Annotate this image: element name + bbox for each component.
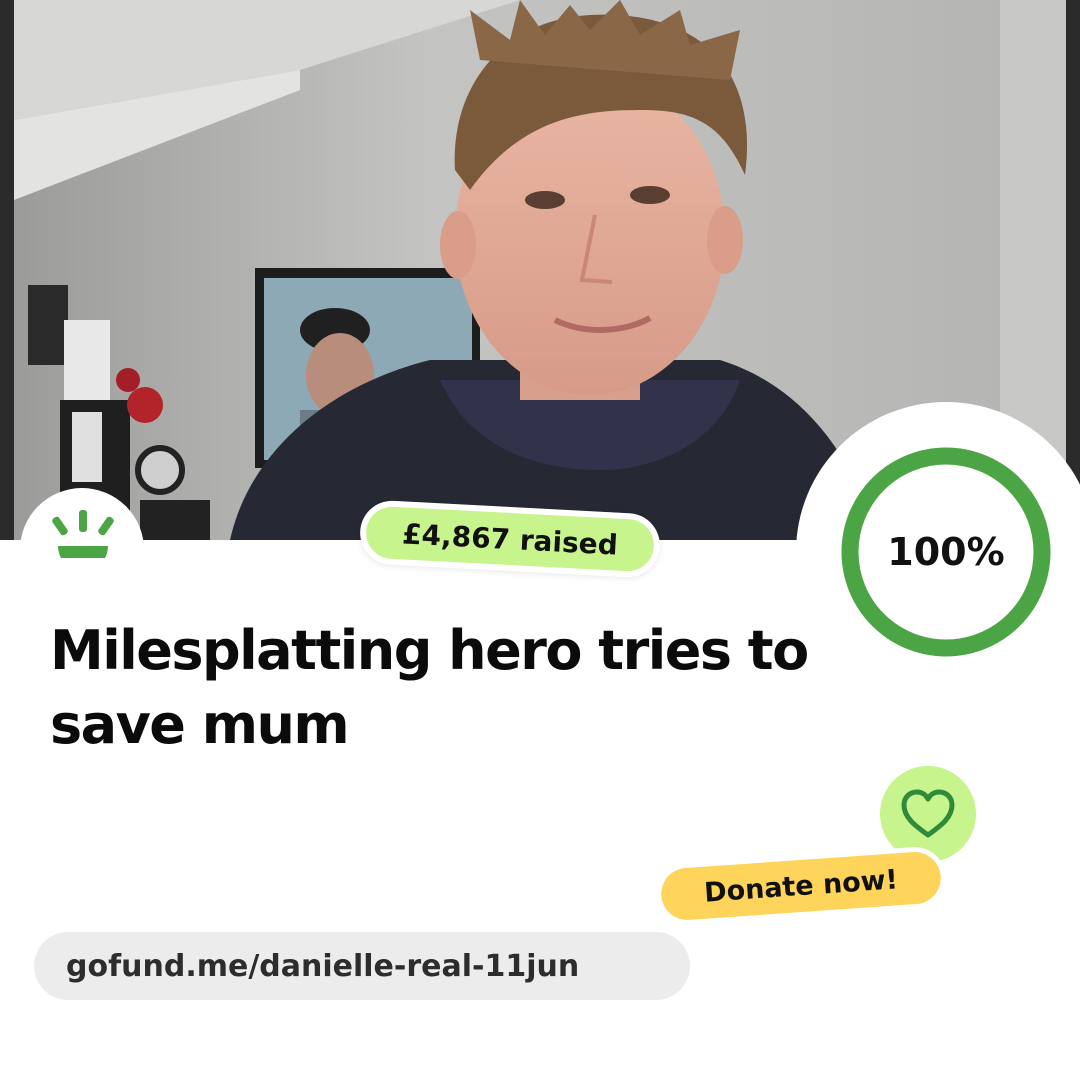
gofundme-sun-logo[interactable]: [38, 510, 128, 558]
heart-icon: [901, 789, 955, 838]
photo-frame-left: [0, 0, 14, 540]
progress-percent-label: 100%: [887, 530, 1005, 574]
amount-raised-label: £4,867 raised: [364, 505, 656, 573]
fundraiser-title: Milesplatting hero tries to save mum: [50, 619, 809, 756]
photo-frame-right: [1066, 0, 1080, 540]
fundraiser-url-link[interactable]: gofund.me/danielle-real-11jun: [34, 932, 690, 1000]
